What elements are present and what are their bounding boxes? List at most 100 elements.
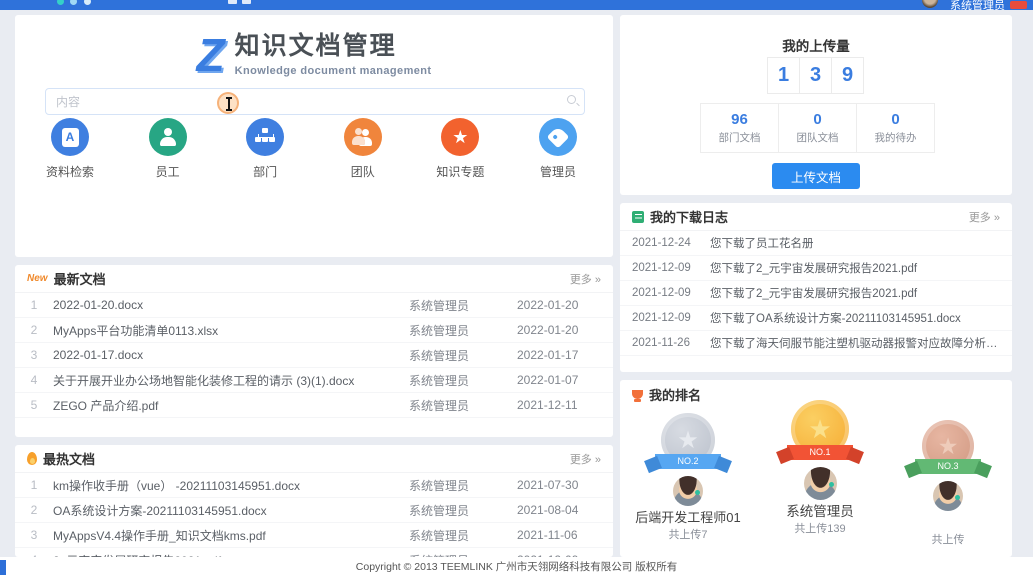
stat-dept-docs[interactable]: 96 部门文档 <box>701 104 779 152</box>
log-text[interactable]: 您下载了OA系统设计方案-20211103145951.docx <box>710 310 1000 326</box>
rank-upload-count: 共上传7 <box>668 526 707 542</box>
doc-date: 2021-07-30 <box>517 478 613 492</box>
doc-title-link[interactable]: ZEGO 产品介绍.pdf <box>53 397 409 414</box>
app-title: 知识文档管理 <box>235 31 432 61</box>
person-icon <box>149 118 187 156</box>
table-row[interactable]: 3 2022-01-17.docx 系统管理员 2022-01-17 <box>15 343 613 368</box>
navbar-logo-icon <box>70 0 77 5</box>
quicknav-label: 团队 <box>351 163 375 180</box>
avatar[interactable] <box>804 467 837 500</box>
doc-title-link[interactable]: OA系统设计方案-20211103145951.docx <box>53 502 409 519</box>
doc-title-link[interactable]: km操作收手册（vue） -20211103145951.docx <box>53 477 409 494</box>
notification-badge[interactable] <box>1010 1 1027 9</box>
search-icon[interactable] <box>567 95 576 104</box>
table-row[interactable]: 3 MyAppsV4.4操作手册_知识文档kms.pdf 系统管理员 2021-… <box>15 523 613 548</box>
user-avatar[interactable] <box>922 0 938 8</box>
doc-title-link[interactable]: MyAppsV4.4操作手册_知识文档kms.pdf <box>53 527 409 544</box>
section-title: 最热文档 <box>43 449 95 468</box>
log-more-link[interactable]: 更多 » <box>969 209 1000 225</box>
quicknav-employee[interactable]: 员工 <box>133 118 203 180</box>
quicknav-label: 员工 <box>156 163 180 180</box>
doc-title-link[interactable]: 2022-01-17.docx <box>53 348 409 362</box>
navbar-menu-item[interactable] <box>242 0 251 4</box>
stat-my-todos[interactable]: 0 我的待办 <box>857 104 934 152</box>
ranking-entry-no3[interactable]: ★ NO.3 共上传 <box>883 420 1012 547</box>
kms-portal-screen: 系统管理员 Z 知识文档管理 Knowledge document manage… <box>0 0 1033 575</box>
doc-author: 系统管理员 <box>409 322 517 339</box>
quicknav-department[interactable]: 部门 <box>230 118 300 180</box>
row-index: 3 <box>15 348 53 362</box>
table-row[interactable]: 2 MyApps平台功能清单0113.xlsx 系统管理员 2022-01-20 <box>15 318 613 343</box>
list-item[interactable]: 2021-11-26 您下载了海天伺服节能注塑机驱动器报警对应故障分析.xls <box>620 331 1012 356</box>
top-navbar: 系统管理员 <box>0 0 1033 10</box>
doc-author: 系统管理员 <box>409 397 517 414</box>
quicknav-data-retrieval[interactable]: A 资料检索 <box>35 118 105 180</box>
doc-date: 2021-08-04 <box>517 503 613 517</box>
list-item[interactable]: 2021-12-09 您下载了2_元宇宙发展研究报告2021.pdf <box>620 281 1012 306</box>
rank-upload-count: 共上传139 <box>794 520 845 536</box>
doc-author: 系统管理员 <box>409 527 517 544</box>
quicknav-label: 部门 <box>253 163 277 180</box>
hot-more-link[interactable]: 更多 » <box>570 451 601 467</box>
download-log-card: 我的下载日志 更多 » 2021-12-24 您下载了员工花名册 2021-12… <box>620 203 1012 372</box>
search-input[interactable] <box>45 88 585 115</box>
doc-date: 2022-01-07 <box>517 373 613 387</box>
ranking-entry-no2[interactable]: ★ NO.2 后端开发工程师01 共上传7 <box>623 413 753 542</box>
upload-count: 1 3 9 <box>620 57 1012 94</box>
avatar[interactable] <box>673 476 703 506</box>
table-row[interactable]: 4 2_元宇宙发展研究报告2021.pdf 系统管理员 2021-12-09 <box>15 548 613 557</box>
rank-upload-count: 共上传 <box>932 531 965 547</box>
upload-document-button[interactable]: 上传文档 <box>772 163 860 189</box>
list-item[interactable]: 2021-12-09 您下载了2_元宇宙发展研究报告2021.pdf <box>620 256 1012 281</box>
quicknav-team[interactable]: 团队 <box>328 118 398 180</box>
doc-date: 2021-12-11 <box>517 398 613 412</box>
table-row[interactable]: 4 关于开展开业办公场地智能化装修工程的请示 (3)(1).docx 系统管理员… <box>15 368 613 393</box>
row-index: 1 <box>15 298 53 312</box>
navbar-logo-icon[interactable] <box>57 0 64 5</box>
table-row[interactable]: 2 OA系统设计方案-20211103145951.docx 系统管理员 202… <box>15 498 613 523</box>
table-row[interactable]: 5 ZEGO 产品介绍.pdf 系统管理员 2021-12-11 <box>15 393 613 418</box>
app-subtitle: Knowledge document management <box>235 65 432 77</box>
log-text[interactable]: 您下载了海天伺服节能注塑机驱动器报警对应故障分析.xls <box>710 335 1000 351</box>
stat-team-docs[interactable]: 0 团队文档 <box>779 104 857 152</box>
trophy-icon <box>632 390 643 399</box>
org-chart-icon <box>246 118 284 156</box>
quicknav-label: 管理员 <box>540 163 576 180</box>
log-text[interactable]: 您下载了2_元宇宙发展研究报告2021.pdf <box>710 285 1000 301</box>
footer: Copyright © 2013 TEEMLINK 广州市天翎网络科技有限公司 … <box>0 557 1033 575</box>
doc-title-link[interactable]: 关于开展开业办公场地智能化装修工程的请示 (3)(1).docx <box>53 372 409 389</box>
upload-stats: 96 部门文档 0 团队文档 0 我的待办 <box>700 103 935 153</box>
flame-icon <box>27 452 37 465</box>
section-title: 我的排名 <box>649 385 701 404</box>
log-text[interactable]: 您下载了员工花名册 <box>710 235 1000 251</box>
document-a-icon: A <box>51 118 89 156</box>
list-item[interactable]: 2021-12-24 您下载了员工花名册 <box>620 231 1012 256</box>
quicknav-knowledge-topics[interactable]: ★ 知识专题 <box>425 118 495 180</box>
doc-title-link[interactable]: MyApps平台功能清单0113.xlsx <box>53 322 409 339</box>
navbar-menu-item[interactable] <box>228 0 237 4</box>
hero-card: Z 知识文档管理 Knowledge document management A… <box>15 15 613 257</box>
avatar[interactable] <box>933 481 963 511</box>
log-date: 2021-12-24 <box>632 237 710 249</box>
rank-ribbon: NO.2 <box>655 454 721 469</box>
table-row[interactable]: 1 km操作收手册（vue） -20211103145951.docx 系统管理… <box>15 473 613 498</box>
quicknav-admin[interactable]: 管理员 <box>523 118 593 180</box>
log-date: 2021-12-09 <box>632 287 710 299</box>
trophy-icon: ★ <box>441 118 479 156</box>
doc-author: 系统管理员 <box>409 502 517 519</box>
row-index: 2 <box>15 503 53 517</box>
table-row[interactable]: 1 2022-01-20.docx 系统管理员 2022-01-20 <box>15 293 613 318</box>
row-index: 3 <box>15 528 53 542</box>
doc-title-link[interactable]: 2022-01-20.docx <box>53 298 409 312</box>
username-label[interactable]: 系统管理员 <box>950 0 1005 10</box>
new-badge-icon: New <box>27 273 48 284</box>
log-text[interactable]: 您下载了2_元宇宙发展研究报告2021.pdf <box>710 260 1000 276</box>
ranking-entry-no1[interactable]: ★ NO.1 系统管理员 共上传139 <box>755 400 885 536</box>
list-item[interactable]: 2021-12-09 您下载了OA系统设计方案-20211103145951.d… <box>620 306 1012 331</box>
latest-more-link[interactable]: 更多 » <box>570 271 601 287</box>
mouse-cursor-ibeam <box>217 92 239 114</box>
navbar-logo-icon <box>84 0 91 5</box>
rank-user-name: 系统管理员 <box>786 504 854 519</box>
row-index: 4 <box>15 373 53 387</box>
section-title: 最新文档 <box>54 269 106 288</box>
